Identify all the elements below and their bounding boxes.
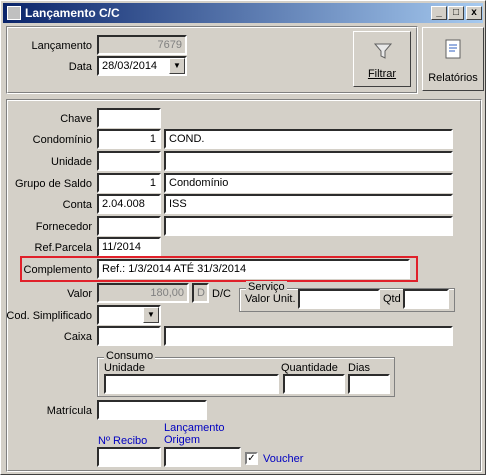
consumo-quantidade-field[interactable]: [283, 374, 345, 394]
lancamento-origem-label-1[interactable]: Lançamento: [164, 422, 225, 434]
voucher-label[interactable]: Voucher: [263, 453, 303, 465]
close-button[interactable]: x: [466, 6, 482, 20]
servico-title: Serviço: [246, 281, 287, 293]
conta-label: Conta: [62, 199, 92, 211]
grupo-saldo-code-field[interactable]: 1: [97, 173, 161, 193]
conta-code-field[interactable]: 2.04.008: [97, 194, 161, 214]
unidade-label: Unidade: [51, 156, 92, 168]
fornecedor-label: Fornecedor: [35, 221, 92, 233]
filtrar-button[interactable]: Filtrar: [353, 31, 411, 87]
consumo-dias-field[interactable]: [348, 374, 390, 394]
conta-name-field[interactable]: ISS: [164, 194, 453, 214]
grupo-saldo-name-field[interactable]: Condomínio: [164, 173, 453, 193]
lancamento-origem-field[interactable]: [164, 447, 241, 467]
voucher-checkbox[interactable]: ✓: [245, 452, 258, 465]
condominio-label: Condomínio: [32, 134, 92, 146]
window: Lançamento C/C _ □ x Lançamento 7679 Dat…: [0, 0, 486, 475]
caixa-name-field[interactable]: [164, 326, 453, 346]
cod-simplificado-select[interactable]: ▼: [97, 305, 161, 325]
valor-label: Valor: [67, 288, 92, 300]
ref-parcela-field[interactable]: 11/2014: [97, 237, 161, 257]
chave-label: Chave: [60, 113, 92, 125]
ref-parcela-label: Ref.Parcela: [34, 242, 92, 254]
filtrar-label: Filtrar: [367, 68, 397, 80]
consumo-unidade-label: Unidade: [104, 362, 145, 374]
caixa-label: Caixa: [63, 331, 92, 343]
consumo-title: Consumo: [104, 350, 156, 362]
data-field[interactable]: 28/03/2014 ▼: [97, 56, 187, 76]
relatorios-label: Relatórios: [428, 72, 478, 84]
relatorios-button[interactable]: Relatórios: [422, 27, 484, 91]
chave-field[interactable]: [97, 108, 161, 128]
nr-recibo-field[interactable]: [97, 447, 161, 467]
matricula-field[interactable]: [97, 400, 207, 420]
app-icon: [7, 6, 21, 20]
dc-field: D: [192, 283, 209, 303]
matricula-label: Matrícula: [46, 405, 92, 417]
unidade-code-field[interactable]: [97, 151, 161, 171]
valor-unit-field[interactable]: [298, 289, 380, 309]
report-icon: [445, 39, 461, 59]
nr-recibo-label[interactable]: Nº Recibo: [98, 435, 147, 447]
data-value: 28/03/2014: [102, 60, 158, 72]
chevron-down-icon[interactable]: ▼: [169, 58, 185, 74]
dc-label: D/C: [212, 288, 231, 300]
consumo-dias-label: Dias: [348, 362, 371, 374]
maximize-button[interactable]: □: [448, 6, 464, 20]
qtd-field[interactable]: [403, 289, 449, 309]
qtd-label: Qtd: [383, 293, 401, 305]
complemento-label: Complemento: [23, 264, 92, 276]
caixa-code-field[interactable]: [97, 326, 161, 346]
unidade-name-field[interactable]: [164, 151, 453, 171]
window-title: Lançamento C/C: [25, 6, 120, 20]
valor-unit-label: Valor Unit.: [245, 293, 296, 305]
title-bar: Lançamento C/C _ □ x: [3, 3, 483, 23]
lancamento-origem-label-2[interactable]: Origem: [164, 434, 200, 446]
condominio-name-field[interactable]: COND.: [164, 129, 453, 149]
consumo-unidade-field[interactable]: [104, 374, 279, 394]
cod-simplificado-label: Cod. Simplificado: [6, 310, 92, 322]
lancamento-label: Lançamento: [31, 40, 92, 52]
condominio-code-field[interactable]: 1: [97, 129, 161, 149]
valor-field: 180,00: [97, 283, 189, 303]
lancamento-field: 7679: [97, 35, 187, 55]
fornecedor-code-field[interactable]: [97, 216, 161, 236]
chevron-down-icon[interactable]: ▼: [143, 307, 159, 323]
minimize-button[interactable]: _: [431, 6, 447, 20]
grupo-saldo-label: Grupo de Saldo: [14, 178, 92, 190]
data-label: Data: [68, 61, 92, 73]
filter-icon: [373, 43, 393, 59]
complemento-field[interactable]: Ref.: 1/3/2014 ATÉ 31/3/2014: [97, 259, 410, 279]
fornecedor-name-field[interactable]: [164, 216, 453, 236]
consumo-quantidade-label: Quantidade: [281, 362, 338, 374]
